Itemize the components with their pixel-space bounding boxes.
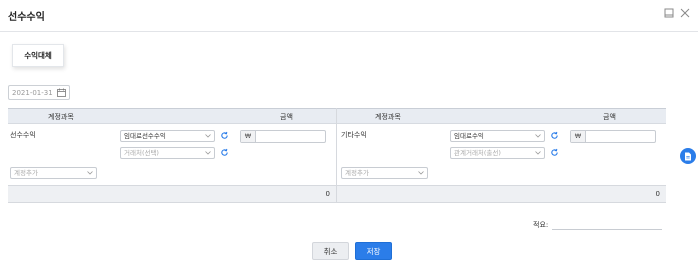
right-amount-input[interactable]: ₩ [570,130,656,143]
chevron-down-icon [87,171,93,175]
left-total-value: 0 [325,190,330,198]
left-partner-select[interactable]: 거래처(선택) [120,147,215,159]
refresh-icon[interactable] [550,148,559,157]
right-table-header: 계정과목 금액 [337,108,666,124]
chevron-down-icon [205,134,211,138]
window-controls [664,8,690,18]
right-account-select-value: 임대료수익 [454,132,484,140]
left-add-account-select[interactable]: 계정추가 [10,167,97,179]
won-currency-label: ₩ [571,131,586,142]
right-total-value: 0 [655,190,660,198]
left-account-select-value: 임대료선수수익 [124,132,166,140]
left-table-header: 계정과목 금액 [8,108,336,124]
won-currency-label: ₩ [241,131,256,142]
document-icon [685,152,691,160]
date-input[interactable]: 2021-01-31 [8,85,70,100]
refresh-icon[interactable] [220,148,229,157]
right-partner-select-value: 관계거래처(출선) [454,149,501,157]
left-add-account-label: 계정추가 [14,169,38,177]
right-total-bar: 0 [337,185,666,203]
left-amount-input[interactable]: ₩ [240,130,326,143]
chevron-down-icon [205,151,211,155]
left-total-bar: 0 [8,185,336,203]
date-value: 2021-01-31 [12,88,53,97]
calendar-icon[interactable] [57,88,66,99]
left-header-account: 계정과목 [48,113,74,121]
chevron-down-icon [535,134,541,138]
left-account-select[interactable]: 임대료선수수익 [120,130,215,142]
window-minimize-icon[interactable] [664,8,674,18]
right-row-label: 기타수익 [341,131,367,139]
left-partner-select-value: 거래처(선택) [124,149,159,157]
right-add-account-label: 계정추가 [345,169,369,177]
header-divider [0,31,698,32]
right-partner-select[interactable]: 관계거래처(출선) [450,147,545,159]
memo-label: 적요: [533,221,549,229]
left-panel: 계정과목 금액 [8,108,336,124]
right-header-amount: 금액 [603,113,616,121]
right-header-account: 계정과목 [375,113,401,121]
cancel-button[interactable]: 취소 [312,242,349,260]
right-panel: 계정과목 금액 [337,108,666,124]
dialog-title: 선수수익 [8,12,45,23]
chevron-down-icon [418,171,424,175]
tab-revenue-transfer[interactable]: 수익대체 [12,44,64,67]
right-add-account-select[interactable]: 계정추가 [341,167,428,179]
left-header-amount: 금액 [280,113,293,121]
right-account-select[interactable]: 임대료수익 [450,130,545,142]
left-row-label: 선수수익 [10,131,36,139]
floating-action-button[interactable] [680,148,696,164]
close-icon[interactable] [680,8,690,18]
refresh-icon[interactable] [550,131,559,140]
memo-input[interactable] [552,229,662,230]
refresh-icon[interactable] [220,131,229,140]
save-button[interactable]: 저장 [355,242,392,260]
chevron-down-icon [535,151,541,155]
